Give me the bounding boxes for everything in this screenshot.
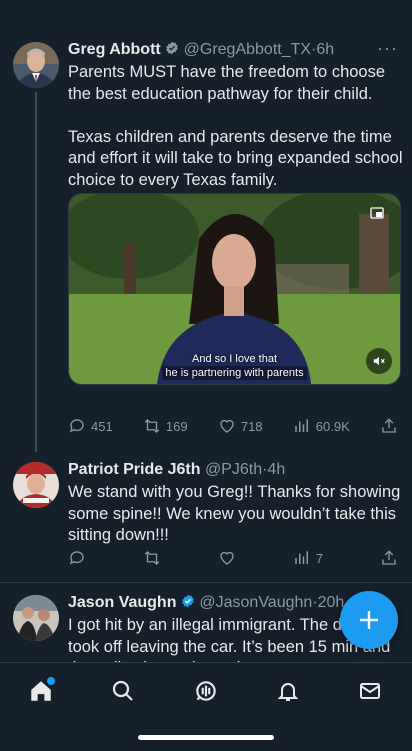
views-button[interactable]: 60.9K <box>293 417 350 435</box>
share-button[interactable] <box>380 549 398 567</box>
mute-icon[interactable] <box>366 348 392 374</box>
retweet-icon <box>144 419 160 433</box>
reply-icon <box>69 551 84 565</box>
author-handle[interactable]: @PJ6th <box>205 461 262 478</box>
more-options-icon[interactable]: ··· <box>377 38 398 59</box>
views-button[interactable]: 7 <box>293 549 323 567</box>
like-button[interactable]: 718 <box>218 417 263 435</box>
author-handle[interactable]: @GregAbbott_TX <box>184 41 311 58</box>
tab-spaces[interactable] <box>192 677 220 705</box>
tweet-header: Greg Abbott @GregAbbott_TX·6h <box>68 40 334 60</box>
author-name[interactable]: Greg Abbott <box>68 41 161 58</box>
messages-icon <box>360 683 380 699</box>
avatar[interactable] <box>13 462 59 508</box>
author-name[interactable]: Patriot Pride J6th <box>68 461 200 478</box>
caption-line: And so I love that <box>192 353 277 365</box>
thread-line <box>35 92 37 452</box>
author-name[interactable]: Jason Vaughn <box>68 594 176 611</box>
avatar[interactable] <box>13 42 59 88</box>
reply-count: 451 <box>91 418 113 434</box>
retweet-button[interactable] <box>143 549 161 567</box>
timestamp[interactable]: 6h <box>316 41 334 58</box>
compose-button[interactable] <box>340 591 398 649</box>
tweet-actions: 7 <box>68 546 398 570</box>
tweet-patriot-pride[interactable]: Patriot Pride J6th @PJ6th·4h We stand wi… <box>0 448 412 582</box>
share-icon <box>382 418 396 433</box>
notifications-icon <box>277 683 299 701</box>
retweet-button[interactable]: 169 <box>143 417 188 435</box>
caption-line: he is partnering with parents <box>162 366 307 380</box>
tweet-header: Jason Vaughn @JasonVaughn·20h <box>68 593 344 613</box>
video-caption: And so I love that he is partnering with… <box>69 352 400 380</box>
share-button[interactable] <box>380 417 398 435</box>
author-handle[interactable]: @JasonVaughn <box>199 594 312 611</box>
views-icon <box>295 419 308 432</box>
heart-icon <box>220 551 234 565</box>
notification-dot <box>45 675 57 687</box>
tweet-text: Parents MUST have the freedom to choose … <box>68 63 403 189</box>
pip-icon[interactable] <box>370 206 384 219</box>
reply-button[interactable]: 451 <box>68 417 113 435</box>
tweet-text: We stand with you Greg!! Thanks for show… <box>68 483 401 544</box>
tab-messages[interactable] <box>356 677 384 705</box>
tab-home[interactable] <box>27 675 57 705</box>
home-indicator <box>138 735 274 740</box>
tab-notifications[interactable] <box>274 677 302 705</box>
view-count: 7 <box>315 550 324 566</box>
view-count: 60.9K <box>315 418 350 434</box>
search-icon <box>112 680 133 701</box>
retweet-icon <box>144 551 160 565</box>
tweet-greg-abbott[interactable]: Greg Abbott @GregAbbott_TX·6h ··· Parent… <box>0 0 412 452</box>
avatar[interactable] <box>13 595 59 641</box>
verified-badge-icon <box>182 594 194 608</box>
views-icon <box>295 551 308 564</box>
heart-icon <box>220 419 234 433</box>
tweet-actions: 451 169 718 60.9K <box>68 414 398 438</box>
spaces-icon <box>196 681 216 701</box>
tweet-header: Patriot Pride J6th @PJ6th·4h <box>68 460 285 480</box>
reply-button[interactable] <box>68 549 86 567</box>
timestamp[interactable]: 4h <box>267 461 285 478</box>
video-player[interactable]: And so I love that he is partnering with… <box>68 193 401 385</box>
verified-badge-icon <box>166 41 178 55</box>
like-button[interactable] <box>218 549 236 567</box>
timestamp[interactable]: 20h <box>318 594 345 611</box>
tab-search[interactable] <box>109 677 137 705</box>
reply-icon <box>69 419 84 433</box>
like-count: 718 <box>240 418 263 434</box>
plus-icon <box>360 611 378 629</box>
share-icon <box>382 550 396 565</box>
retweet-count: 169 <box>165 418 188 434</box>
